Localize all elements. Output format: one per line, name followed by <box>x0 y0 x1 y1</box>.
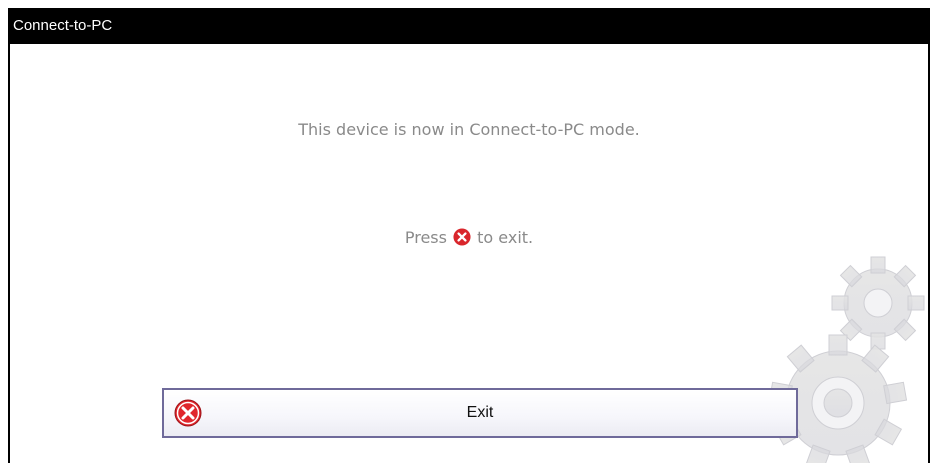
close-circle-icon <box>453 228 471 246</box>
title-bar: Connect-to-PC <box>10 8 928 44</box>
window-title: Connect-to-PC <box>13 17 113 34</box>
app-window: Connect-to-PC This device is now in Conn… <box>8 8 930 463</box>
exit-button[interactable]: Exit <box>162 388 798 438</box>
instruction-suffix: to exit. <box>477 228 534 247</box>
status-message: This device is now in Connect-to-PC mode… <box>298 120 640 139</box>
exit-instruction: Press to exit. <box>10 228 928 247</box>
exit-button-label: Exit <box>466 404 494 421</box>
instruction-prefix: Press <box>404 228 447 247</box>
